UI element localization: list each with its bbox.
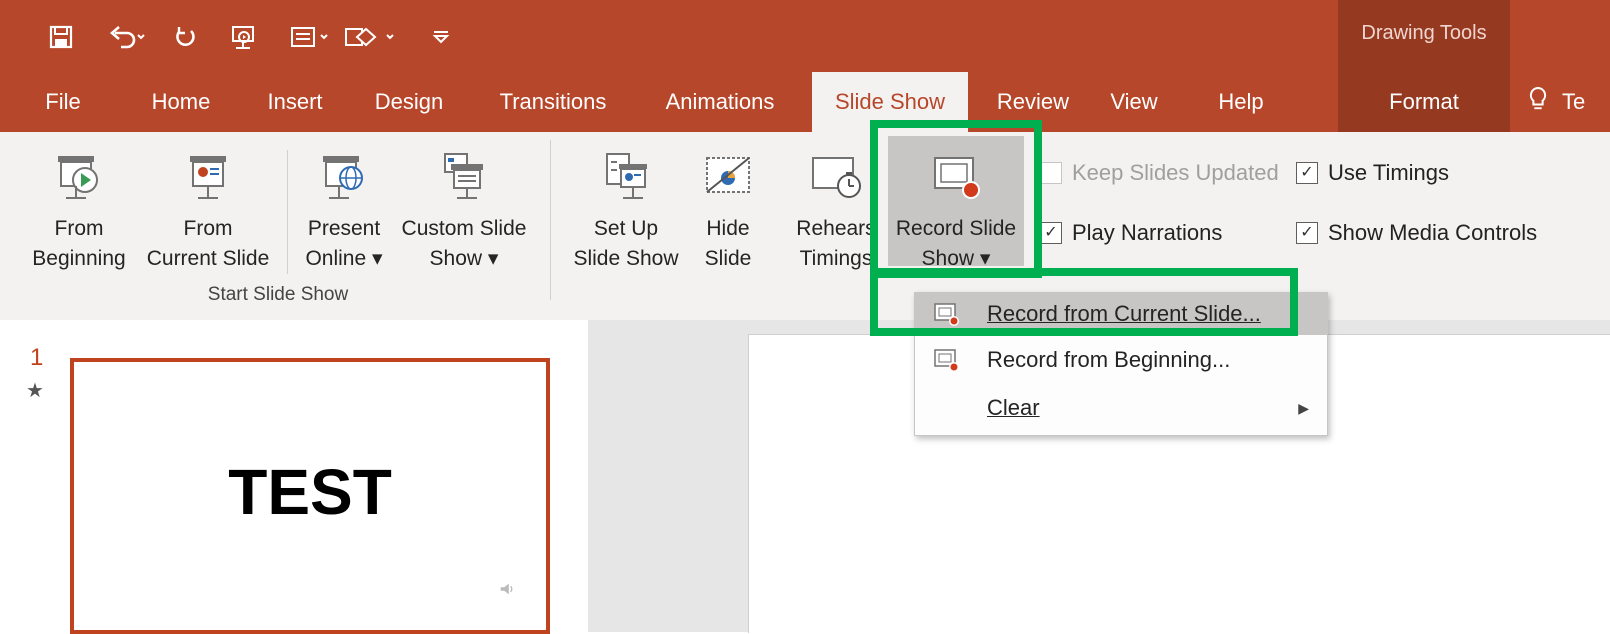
set-up-slide-show-button[interactable]: Set Up Slide Show — [568, 140, 684, 284]
undo-icon[interactable] — [104, 22, 150, 52]
custom-slide-show-icon — [394, 140, 534, 214]
from-beginning-line1: From — [54, 217, 104, 240]
record-from-current-slide-highlight — [870, 268, 1298, 336]
show-media-controls-check-icon: ✓ — [1296, 222, 1318, 244]
ribbon-group-separator — [550, 140, 551, 300]
drawing-tools-label: Drawing Tools — [1361, 22, 1487, 44]
use-timings-checkbox[interactable]: ✓ Use Timings — [1296, 160, 1449, 186]
play-narrations-checkbox[interactable]: ✓ Play Narrations — [1040, 220, 1222, 246]
keep-slides-updated-checkbox: Keep Slides Updated — [1040, 160, 1279, 186]
tab-insert[interactable]: Insert — [258, 72, 332, 132]
hide-slide-line1: Hide — [706, 217, 750, 240]
shape-icon[interactable] — [340, 22, 406, 52]
custom-slide-show-line2: Show ▾ — [429, 247, 499, 270]
repeat-icon[interactable] — [170, 22, 200, 52]
tab-home[interactable]: Home — [136, 72, 226, 132]
menu-item-label: Clear — [987, 395, 1040, 420]
from-current-slide-button[interactable]: From Current Slide — [140, 140, 276, 284]
ribbon-separator — [287, 150, 288, 274]
set-up-slide-show-icon — [568, 140, 684, 214]
record-from-beginning-icon — [927, 339, 967, 381]
save-icon[interactable] — [46, 22, 76, 52]
start-presentation-icon[interactable] — [228, 22, 258, 52]
from-beginning-button[interactable]: From Beginning — [22, 140, 136, 284]
record-slide-show-highlight — [870, 120, 1042, 278]
animation-star-icon: ★ — [26, 380, 44, 402]
tab-design[interactable]: Design — [362, 72, 456, 132]
use-timings-label: Use Timings — [1328, 160, 1450, 185]
layout-icon[interactable] — [286, 22, 336, 52]
hide-slide-button[interactable]: Hide Slide — [688, 140, 768, 284]
from-current-slide-line2: Current Slide — [146, 247, 270, 270]
slide-thumbnail-title: TEST — [228, 456, 392, 528]
start-slide-show-group-label: Start Slide Show — [207, 284, 349, 305]
keep-slides-updated-box — [1040, 162, 1062, 184]
menu-item-label: Record from Beginning... — [987, 347, 1231, 372]
hide-slide-icon — [688, 140, 768, 214]
custom-slide-show-button[interactable]: Custom Slide Show ▾ — [394, 140, 534, 284]
customize-qat-icon[interactable] — [426, 22, 456, 52]
show-media-controls-label: Show Media Controls — [1328, 220, 1538, 245]
use-timings-check-icon: ✓ — [1296, 162, 1318, 184]
set-up-slide-show-line2: Slide Show — [573, 247, 679, 270]
keep-slides-updated-label: Keep Slides Updated — [1072, 160, 1279, 185]
menu-item-record-from-beginning[interactable]: Record from Beginning... — [915, 339, 1327, 381]
from-beginning-icon — [22, 140, 136, 214]
tab-animations[interactable]: Animations — [652, 72, 788, 132]
present-online-icon — [296, 140, 392, 214]
submenu-arrow-icon: ▶ — [1298, 399, 1309, 416]
from-beginning-line2: Beginning — [32, 247, 126, 270]
tab-format[interactable]: Format — [1338, 72, 1510, 132]
present-online-button[interactable]: Present Online ▾ — [296, 140, 392, 284]
lightbulb-icon[interactable] — [1526, 84, 1566, 120]
play-narrations-check-icon: ✓ — [1040, 222, 1062, 244]
from-current-slide-icon — [140, 140, 276, 214]
audio-icon — [498, 580, 518, 600]
tab-help[interactable]: Help — [1206, 72, 1276, 132]
tab-transitions[interactable]: Transitions — [484, 72, 622, 132]
play-narrations-label: Play Narrations — [1072, 220, 1223, 245]
tab-view[interactable]: View — [1102, 72, 1166, 132]
menu-item-clear[interactable]: Clear ▶ — [915, 387, 1327, 429]
set-up-slide-show-line1: Set Up — [593, 217, 659, 240]
from-current-slide-line1: From — [183, 217, 233, 240]
present-online-line2: Online ▾ — [305, 247, 383, 270]
custom-slide-show-line1: Custom Slide — [401, 217, 527, 240]
tab-file[interactable]: File — [30, 72, 96, 132]
show-media-controls-checkbox[interactable]: ✓ Show Media Controls — [1296, 220, 1537, 246]
present-online-line1: Present — [307, 217, 381, 240]
hide-slide-line2: Slide — [704, 247, 752, 270]
tell-me-search[interactable]: Te — [1562, 72, 1610, 132]
slide-number: 1 — [30, 344, 44, 371]
menu-item-spacer — [927, 387, 967, 429]
